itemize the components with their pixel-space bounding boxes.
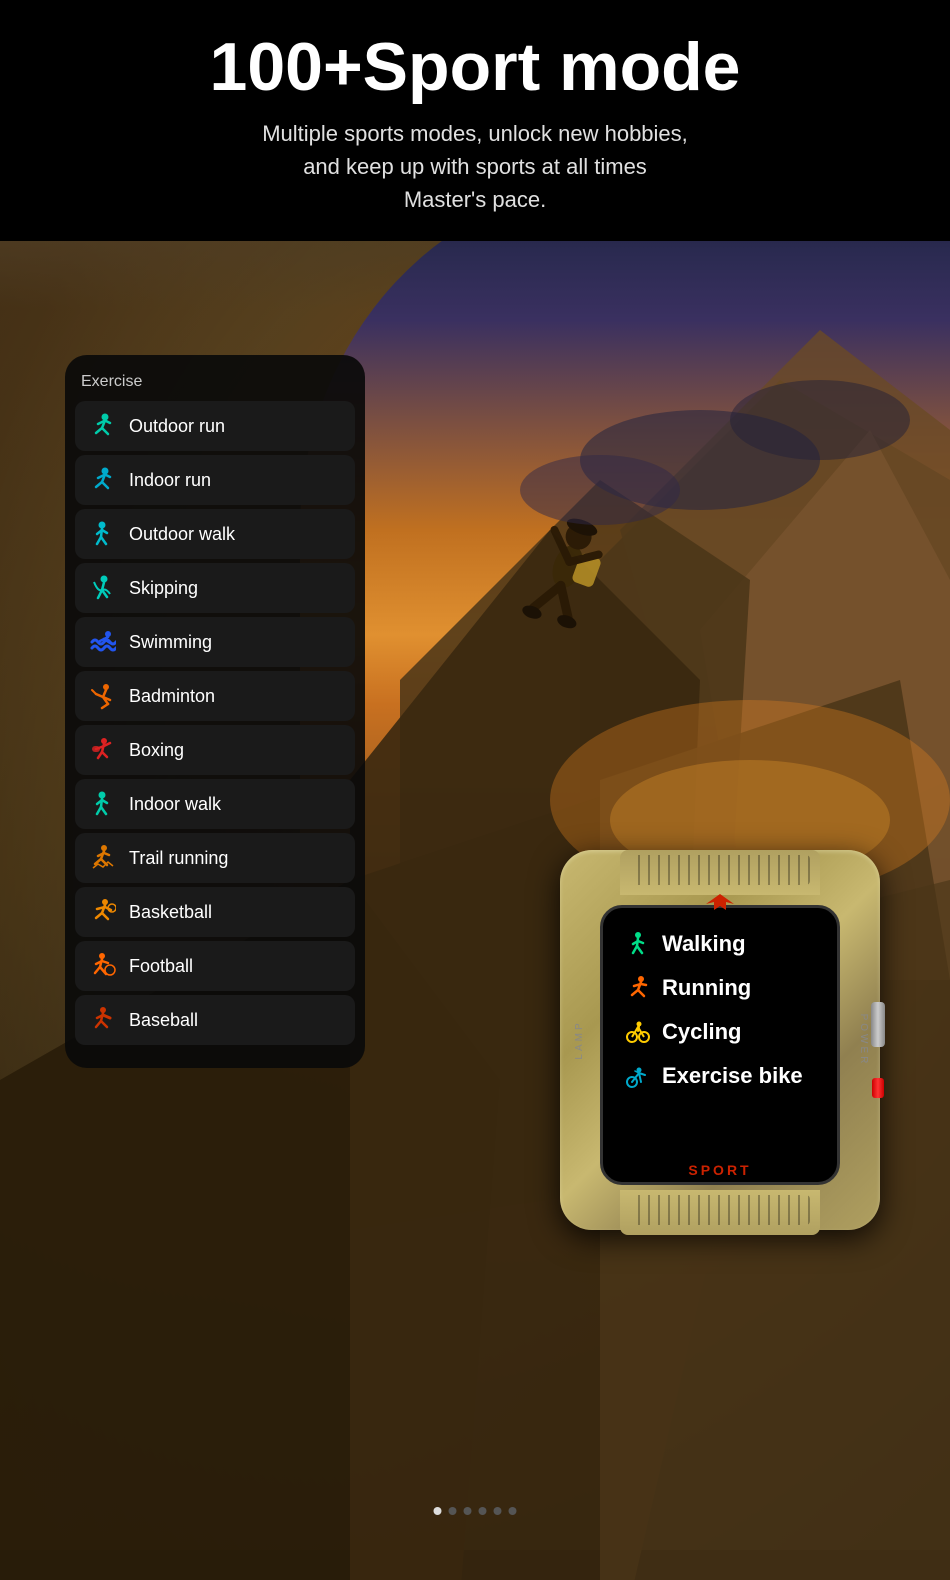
watch-crown	[871, 1002, 885, 1047]
sport-item-badminton: Badminton	[75, 671, 355, 721]
pagination-dot-5[interactable]	[509, 1507, 517, 1515]
sport-item-trail-running: Trail running	[75, 833, 355, 883]
watch-body: LAMP POWER Walking	[540, 820, 900, 1250]
sport-item-basketball: Basketball	[75, 887, 355, 937]
page-title: 100+Sport mode	[20, 30, 930, 105]
football-label: Football	[129, 956, 193, 977]
sport-item-baseball: Baseball	[75, 995, 355, 1045]
trail-running-icon	[87, 843, 117, 873]
swimming-icon	[87, 627, 117, 657]
watch-item-walking: Walking	[618, 926, 822, 962]
sport-item-skipping: Skipping	[75, 563, 355, 613]
baseball-icon	[87, 1005, 117, 1035]
outdoor-run-icon	[87, 411, 117, 441]
sport-items-list: Outdoor run Indoor run Outdoor walk Skip…	[75, 401, 355, 1045]
pagination-dot-4[interactable]	[494, 1507, 502, 1515]
pagination-dot-3[interactable]	[479, 1507, 487, 1515]
outdoor-walk-icon	[87, 519, 117, 549]
sport-modes-panel: Exercise Outdoor run Indoor run Outdoor …	[65, 355, 365, 1068]
watch-walking-text: Walking	[662, 931, 746, 957]
smartwatch: LAMP POWER Walking	[540, 820, 900, 1250]
watch-lug-bottom	[620, 1190, 820, 1235]
panel-label: Exercise	[75, 365, 355, 397]
page-pagination	[434, 1507, 517, 1515]
watch-cycling-icon	[624, 1018, 652, 1046]
skipping-label: Skipping	[129, 578, 198, 599]
indoor-run-label: Indoor run	[129, 470, 211, 491]
boxing-icon	[87, 735, 117, 765]
sport-item-outdoor-walk: Outdoor walk	[75, 509, 355, 559]
watch-cycling-text: Cycling	[662, 1019, 741, 1045]
pagination-dot-1[interactable]	[449, 1507, 457, 1515]
watch-running-icon	[624, 974, 652, 1002]
sport-item-indoor-run: Indoor run	[75, 455, 355, 505]
watch-label-power: POWER	[858, 1014, 869, 1067]
pagination-dot-0[interactable]	[434, 1507, 442, 1515]
sport-item-boxing: Boxing	[75, 725, 355, 775]
watch-exercise-bike-icon	[624, 1062, 652, 1090]
indoor-walk-icon	[87, 789, 117, 819]
sport-item-swimming: Swimming	[75, 617, 355, 667]
pagination-dot-2[interactable]	[464, 1507, 472, 1515]
outdoor-run-label: Outdoor run	[129, 416, 225, 437]
sport-item-football: Football	[75, 941, 355, 991]
indoor-walk-label: Indoor walk	[129, 794, 221, 815]
baseball-label: Baseball	[129, 1010, 198, 1031]
page-subtitle: Multiple sports modes, unlock new hobbie…	[20, 117, 930, 216]
badminton-label: Badminton	[129, 686, 215, 707]
football-icon	[87, 951, 117, 981]
watch-lug-top	[620, 850, 820, 895]
sport-item-outdoor-run: Outdoor run	[75, 401, 355, 451]
watch-red-button	[872, 1078, 884, 1098]
watch-item-running: Running	[618, 970, 822, 1006]
watch-walking-icon	[624, 930, 652, 958]
watch-exercise-bike-text: Exercise bike	[662, 1063, 803, 1089]
basketball-label: Basketball	[129, 902, 212, 923]
watch-running-text: Running	[662, 975, 751, 1001]
watch-bezel: Walking Running Cycling Exercise bike	[600, 905, 840, 1185]
swimming-label: Swimming	[129, 632, 212, 653]
basketball-icon	[87, 897, 117, 927]
watch-item-exercise-bike: Exercise bike	[618, 1058, 822, 1094]
watch-label-lamp: LAMP	[574, 1020, 585, 1059]
sport-item-indoor-walk: Indoor walk	[75, 779, 355, 829]
watch-screen: Walking Running Cycling Exercise bike	[603, 908, 837, 1182]
trail-running-label: Trail running	[129, 848, 228, 869]
indoor-run-icon	[87, 465, 117, 495]
badminton-icon	[87, 681, 117, 711]
watch-sport-label: SPORT	[688, 1162, 751, 1178]
watch-logo-icon	[700, 892, 740, 917]
outdoor-walk-label: Outdoor walk	[129, 524, 235, 545]
boxing-label: Boxing	[129, 740, 184, 761]
skipping-icon	[87, 573, 117, 603]
watch-item-cycling: Cycling	[618, 1014, 822, 1050]
header-section: 100+Sport mode Multiple sports modes, un…	[0, 0, 950, 241]
watch-case: LAMP POWER Walking	[560, 850, 880, 1230]
